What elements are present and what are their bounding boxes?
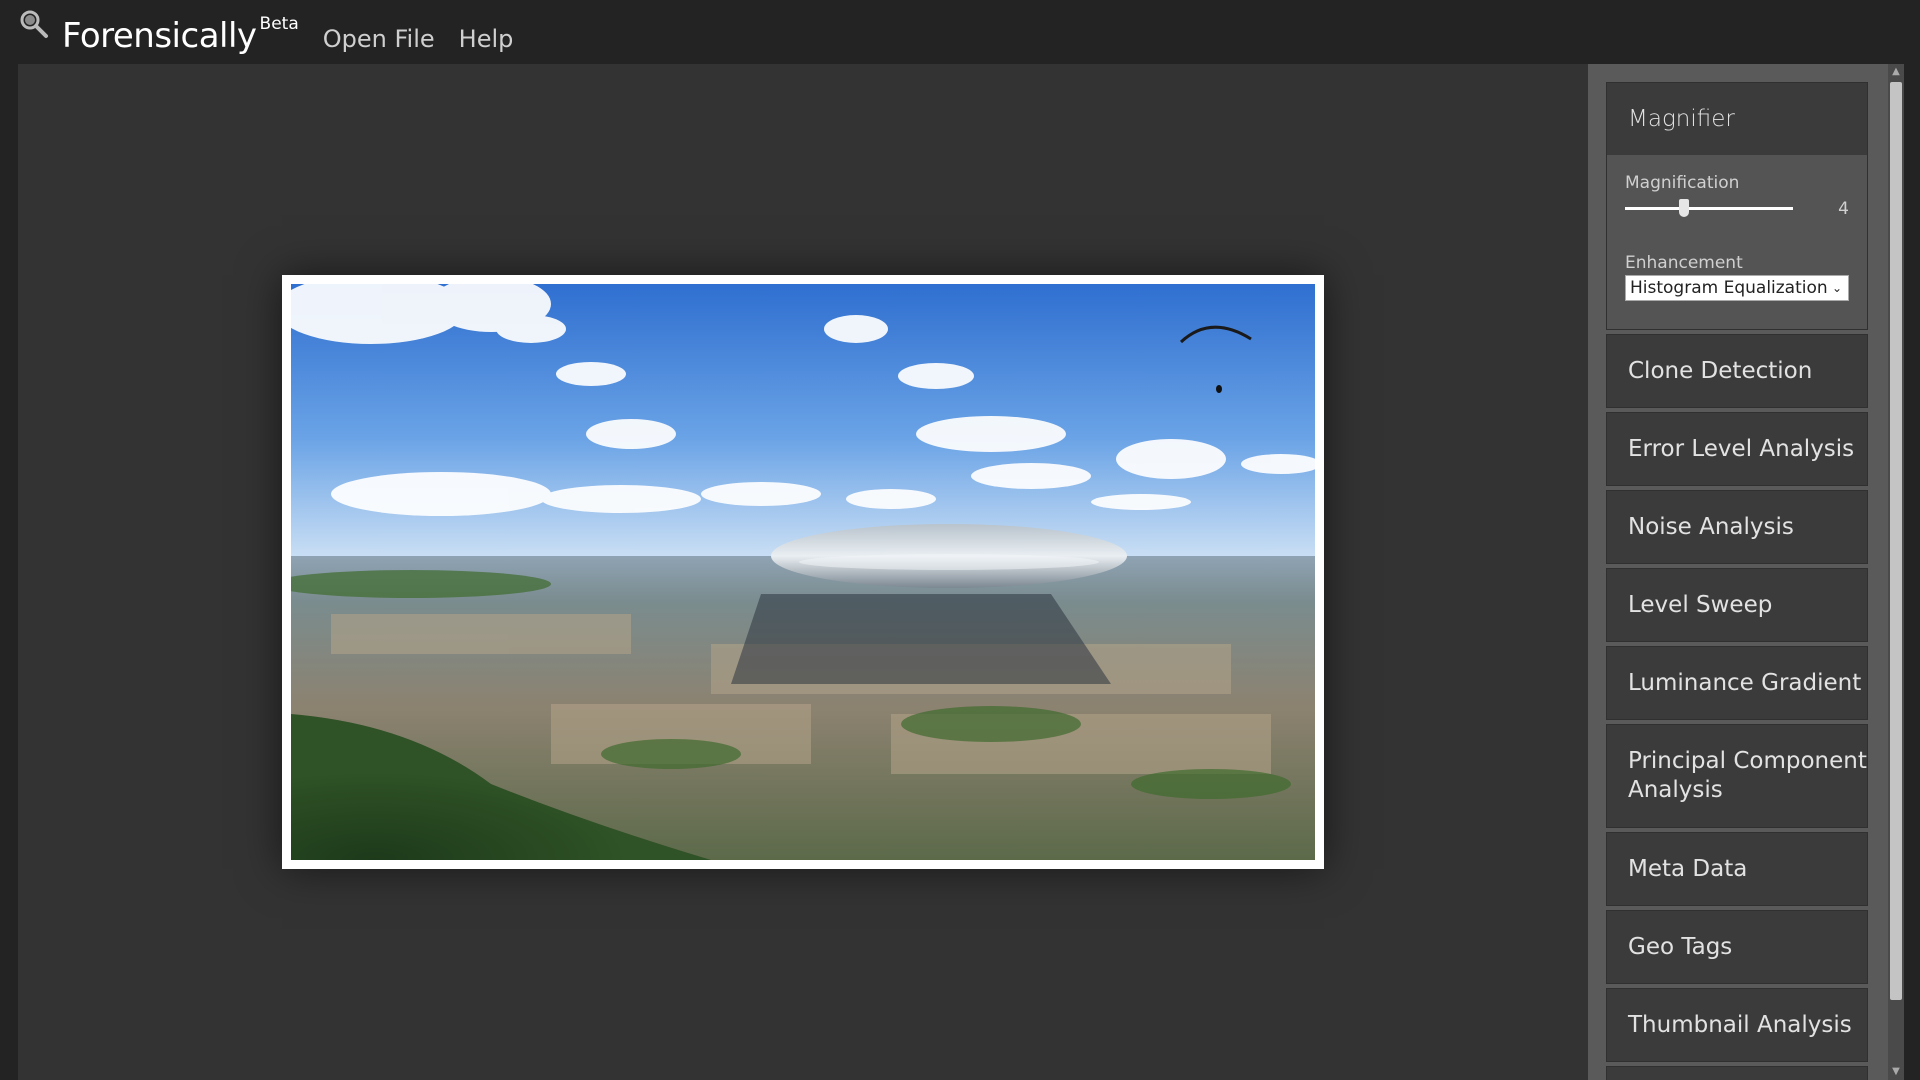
magnification-label: Magnification: [1625, 173, 1740, 193]
tool-level-sweep[interactable]: Level Sweep: [1606, 568, 1868, 642]
enhancement-select[interactable]: Histogram Equalization ⌄: [1625, 275, 1849, 301]
ufo-rim: [799, 554, 1099, 570]
open-file-link[interactable]: Open File: [323, 24, 435, 54]
app-title: Forensically Beta: [62, 14, 299, 56]
analyzed-image[interactable]: [291, 284, 1315, 860]
help-link[interactable]: Help: [459, 24, 514, 54]
app-name: Forensically: [62, 16, 257, 56]
tool-error-level-analysis[interactable]: Error Level Analysis: [1606, 412, 1868, 486]
scrollbar-thumb[interactable]: [1890, 82, 1902, 1000]
magnifier-header[interactable]: Magnifier: [1607, 83, 1867, 155]
arrow-down-icon[interactable]: ▼: [1888, 1064, 1904, 1080]
tool-clone-detection[interactable]: Clone Detection: [1606, 334, 1868, 408]
image-frame[interactable]: [282, 275, 1324, 869]
top-bar: Forensically Beta Open File Help: [0, 0, 1920, 64]
beta-badge: Beta: [259, 14, 299, 34]
tool-geo-tags[interactable]: Geo Tags: [1606, 910, 1868, 984]
paraglider-pilot: [1216, 385, 1222, 393]
image-canvas[interactable]: [18, 64, 1588, 1080]
chevron-down-icon: ⌄: [1831, 281, 1842, 295]
tool-next-partial[interactable]: [1606, 1066, 1868, 1080]
magnification-value: 4: [1838, 199, 1849, 219]
sidebar-scrollbar[interactable]: ▲ ▼: [1888, 64, 1904, 1080]
tool-principal-component-analysis[interactable]: Principal Component Analysis: [1606, 724, 1868, 828]
magnifier-icon: [20, 10, 48, 38]
arrow-up-icon[interactable]: ▲: [1888, 64, 1904, 80]
magnification-slider[interactable]: [1625, 197, 1793, 219]
tool-luminance-gradient[interactable]: Luminance Gradient: [1606, 646, 1868, 720]
magnifier-settings: Magnification 4 Enhancement Histogram Eq…: [1607, 155, 1867, 329]
tool-sidebar: Magnifier Magnification 4 Enhancement Hi…: [1588, 64, 1888, 1080]
slider-thumb[interactable]: [1679, 199, 1689, 217]
tool-thumbnail-analysis[interactable]: Thumbnail Analysis: [1606, 988, 1868, 1062]
enhancement-label: Enhancement: [1625, 253, 1743, 273]
tool-meta-data[interactable]: Meta Data: [1606, 832, 1868, 906]
slider-track: [1625, 207, 1793, 210]
magnifier-panel: Magnifier Magnification 4 Enhancement Hi…: [1606, 82, 1868, 330]
ufo-shadow: [731, 594, 1111, 684]
enhancement-selected-value: Histogram Equalization: [1630, 278, 1828, 298]
tool-noise-analysis[interactable]: Noise Analysis: [1606, 490, 1868, 564]
